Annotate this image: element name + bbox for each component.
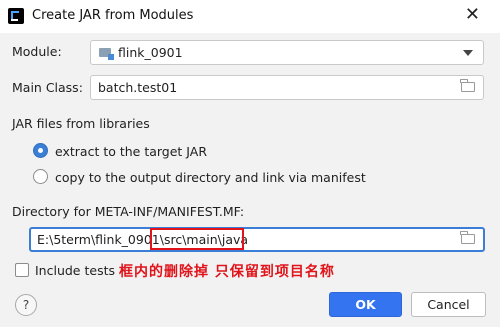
directory-value-prefix: E:\5term\flink_0901 — [37, 232, 160, 247]
main-class-field[interactable]: batch.test01 — [90, 75, 484, 100]
cancel-button[interactable]: Cancel — [411, 292, 486, 317]
dialog-title: Create JAR from Modules — [32, 8, 194, 23]
extract-radio[interactable] — [33, 143, 48, 158]
red-annotation-text: 框内的删除掉 只保留到项目名称 — [119, 264, 335, 280]
module-label: Module: — [12, 44, 62, 59]
help-button[interactable]: ? — [15, 294, 37, 316]
directory-field[interactable]: E:\5term\flink_0901\src\main\java — [29, 227, 485, 252]
copy-radio[interactable] — [33, 169, 48, 184]
module-value: flink_0901 — [118, 45, 183, 60]
ok-button[interactable]: OK — [329, 292, 402, 317]
title-bar: Create JAR from Modules ✕ — [0, 0, 500, 33]
extract-radio-label[interactable]: extract to the target JAR — [55, 144, 207, 159]
copy-radio-label[interactable]: copy to the output directory and link vi… — [55, 170, 366, 185]
include-tests-checkbox[interactable] — [15, 263, 29, 277]
main-class-value: batch.test01 — [98, 80, 178, 95]
folder-browse-icon[interactable] — [460, 79, 475, 92]
close-icon[interactable]: ✕ — [465, 4, 480, 26]
intellij-app-icon — [8, 8, 24, 24]
module-select[interactable]: flink_0901 — [90, 40, 484, 65]
folder-browse-icon[interactable] — [460, 231, 475, 244]
module-label-text: Module: — [12, 44, 62, 59]
main-class-label: Main Class: — [12, 80, 83, 95]
jar-files-section-label: JAR files from libraries — [12, 116, 150, 131]
directory-label: Directory for META-INF/MANIFEST.MF: — [12, 204, 245, 219]
module-icon — [99, 48, 114, 60]
chevron-down-icon[interactable] — [463, 50, 473, 56]
highlight-box — [150, 228, 244, 250]
include-tests-label[interactable]: Include tests — [35, 263, 115, 278]
